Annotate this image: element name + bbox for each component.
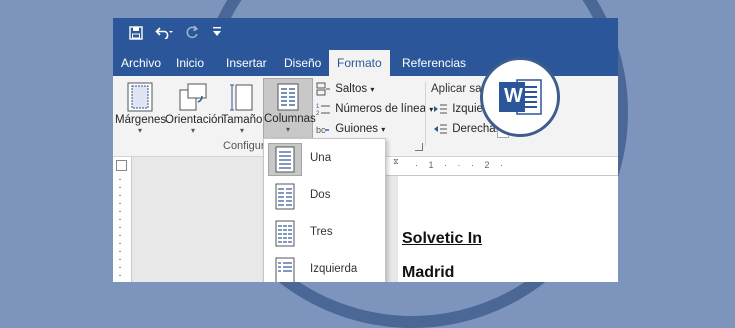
document-page[interactable]: Solvetic In Madrid [398, 176, 618, 282]
svg-text:1: 1 [316, 104, 320, 110]
columns-option-label: Tres [310, 226, 333, 238]
redo-icon[interactable] [185, 25, 199, 43]
line-numbers-button[interactable]: 12 Números de línea ▾ [316, 100, 433, 119]
chevron-down-icon: ▾ [285, 125, 290, 134]
three-columns-icon [268, 217, 302, 250]
indent-left-icon [434, 104, 447, 114]
chevron-down-icon: ▾ [370, 85, 375, 94]
tab-archivo[interactable]: Archivo [113, 50, 169, 76]
indent-right-icon [434, 124, 447, 134]
orientation-button[interactable]: Orientación ▾ [165, 78, 224, 146]
columns-option-three[interactable]: Tres [264, 215, 385, 252]
horizontal-ruler: ⧖ · 1 · · · 2 · [385, 157, 618, 176]
orientation-label: Orientación [165, 114, 224, 126]
word-logo-letter: W [504, 85, 523, 107]
columns-option-two[interactable]: Dos [264, 178, 385, 215]
columns-icon [277, 83, 299, 111]
tab-inicio[interactable]: Inicio [168, 50, 212, 76]
tab-selector-icon[interactable] [116, 160, 127, 171]
hyphenation-button[interactable]: bc Guiones ▾ [316, 120, 385, 139]
size-icon [230, 84, 253, 111]
document-line-1: Solvetic In [402, 230, 483, 247]
columns-option-label: Dos [310, 189, 331, 201]
word-window: Archivo Inicio Insertar Diseño Formato R… [113, 18, 618, 282]
tab-referencias[interactable]: Referencias [394, 50, 474, 76]
ruler-marks: · 1 · · · 2 · [415, 160, 507, 170]
word-logo: W [480, 57, 560, 137]
margins-button[interactable]: Márgenes ▾ [115, 78, 167, 146]
one-column-icon [268, 143, 302, 176]
tab-diseno[interactable]: Diseño [276, 50, 329, 76]
size-label: Tamaño [221, 114, 263, 126]
line-numbers-icon: 12 [316, 104, 330, 116]
orientation-icon [179, 83, 207, 111]
columns-dropdown: Una Dos Tres Izquierda [263, 138, 386, 282]
columns-option-label: Izquierda [310, 263, 358, 275]
size-button[interactable]: Tamaño ▾ [221, 78, 263, 146]
vertical-ruler [113, 157, 132, 282]
group-label: Configur [223, 140, 265, 152]
columns-label: Columnas [264, 113, 316, 125]
margins-icon [127, 82, 153, 112]
customize-icon[interactable] [213, 27, 221, 39]
two-columns-icon [268, 180, 302, 213]
hyphenation-icon: bc [316, 125, 329, 135]
columns-option-left[interactable]: Izquierda [264, 252, 385, 282]
breaks-icon [316, 82, 330, 96]
columns-option-one[interactable]: Una [264, 141, 385, 178]
launcher-icon[interactable] [415, 143, 423, 151]
svg-text:2: 2 [316, 111, 320, 116]
title-bar [113, 18, 618, 50]
margins-label: Márgenes [115, 114, 167, 126]
document-line-2: Madrid [402, 264, 455, 281]
line-numbers-label: Números de línea [335, 103, 426, 115]
chevron-down-icon: ▾ [137, 126, 142, 135]
tab-formato[interactable]: Formato [329, 50, 390, 76]
columns-option-label: Una [310, 152, 332, 164]
undo-icon[interactable] [155, 25, 173, 43]
chevron-down-icon: ▾ [381, 125, 386, 134]
hyphenation-label: Guiones [335, 123, 379, 135]
ruler-ticks [119, 179, 121, 279]
columns-button[interactable]: Columnas ▾ [263, 78, 316, 146]
tab-insertar[interactable]: Insertar [218, 50, 275, 76]
breaks-button[interactable]: Saltos ▾ [316, 80, 374, 99]
chevron-down-icon: ▾ [239, 126, 244, 135]
group-separator [425, 82, 426, 146]
breaks-label: Saltos [335, 83, 368, 95]
save-icon[interactable] [129, 26, 143, 44]
chevron-down-icon: ▾ [190, 126, 195, 135]
svg-text:bc: bc [316, 125, 326, 135]
indent-marker-icon[interactable]: ⧖ [393, 157, 399, 167]
left-column-icon [268, 254, 302, 282]
